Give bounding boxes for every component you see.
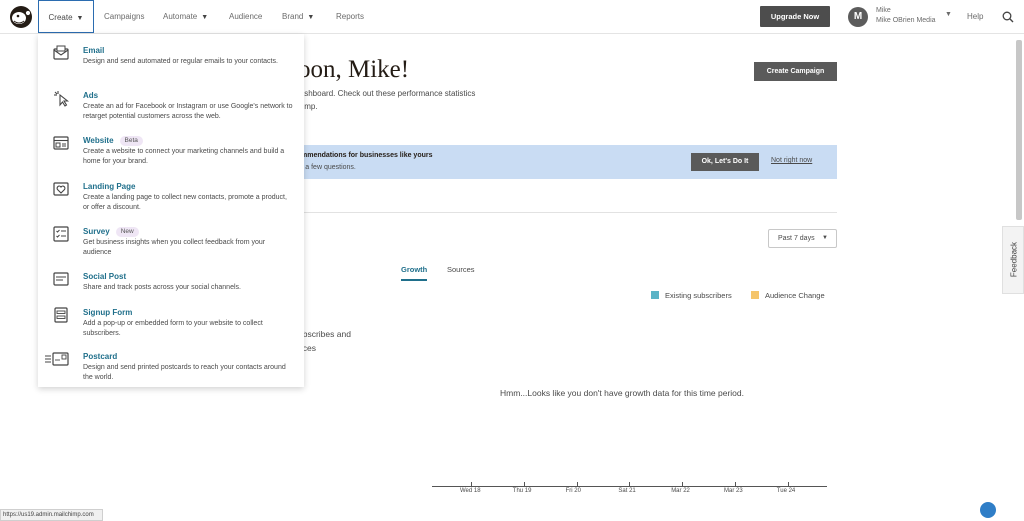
menu-item-title: Postcard — [83, 352, 118, 361]
nav-automate[interactable]: Automate ▼ — [163, 0, 208, 33]
menu-item-title: Social Post — [83, 272, 127, 281]
browser-window-icon — [53, 136, 69, 150]
banner-subtitle: r a few questions. — [301, 164, 356, 171]
axis-tick — [629, 482, 631, 487]
user-org[interactable]: Mike OBrien Media — [876, 17, 936, 24]
axis-tick-label: Sat 21 — [618, 488, 636, 494]
postcard-icon — [45, 352, 69, 366]
axis-tick-label: Fri 20 — [565, 488, 581, 494]
axis-tick-label: Thu 19 — [512, 488, 532, 494]
menu-item-description: Create an ad for Facebook or Instagram o… — [83, 103, 293, 120]
menu-item-description: Create a landing page to collect new con… — [83, 194, 287, 211]
menu-item-title: Signup Form — [83, 308, 133, 317]
menu-item-description: Design and send automated or regular ema… — [83, 58, 278, 65]
axis-tick — [682, 482, 684, 487]
period-select[interactable]: Past 7 days ▼ — [768, 229, 837, 248]
beta-badge: Beta — [119, 136, 143, 146]
menu-item-ads[interactable]: Ads Create an ad for Facebook or Instagr… — [38, 83, 304, 123]
nav-campaigns[interactable]: Campaigns — [104, 0, 144, 33]
empty-growth-message: Hmm...Looks like you don't have growth d… — [500, 388, 744, 398]
create-campaign-button[interactable]: Create Campaign — [754, 62, 837, 81]
menu-item-title-text: Website — [83, 136, 114, 145]
banner-ok-button[interactable]: Ok, Let's Do It — [691, 153, 759, 171]
period-select-value: Past 7 days — [778, 235, 815, 242]
feedback-tab[interactable]: Feedback — [1002, 226, 1024, 294]
menu-item-social-post[interactable]: Social Post Share and track posts across… — [38, 264, 304, 304]
menu-item-title-text: Survey — [83, 227, 110, 236]
nav-reports[interactable]: Reports — [336, 0, 364, 33]
menu-item-website[interactable]: Website Beta Create a website to connect … — [38, 128, 304, 168]
chevron-down-icon: ▼ — [201, 14, 209, 21]
email-icon — [53, 45, 69, 60]
divider — [297, 212, 837, 213]
create-dropdown-menu: Email Design and send automated or regul… — [38, 34, 304, 387]
axis-tick-label: Wed 18 — [460, 488, 481, 494]
menu-item-signup-form[interactable]: Signup Form Add a pop-up or embedded for… — [38, 300, 304, 340]
axis-tick — [787, 482, 789, 487]
recommendation-banner: mmendations for businesses like yours r … — [297, 145, 837, 179]
menu-item-title: Survey New — [83, 227, 139, 237]
intro-text-line-1: lashboard. Check out these performance s… — [298, 89, 476, 98]
form-icon — [54, 307, 68, 323]
scrollbar[interactable] — [1016, 40, 1022, 220]
menu-item-postcard[interactable]: Postcard Design and send printed postcar… — [38, 344, 304, 384]
page-title: oon, Mike! — [298, 56, 410, 83]
banner-title: mmendations for businesses like yours — [301, 152, 433, 159]
status-bar-url: https://us19.admin.mailchimp.com — [0, 509, 103, 521]
partial-text-line-1: ubscribes and — [298, 329, 351, 339]
nav-brand[interactable]: Brand ▼ — [282, 0, 314, 33]
top-nav: Create ▼ Campaigns Automate ▼ Audience Bra… — [0, 0, 1024, 34]
axis-tick-label: Mar 22 — [671, 488, 690, 494]
menu-item-email[interactable]: Email Design and send automated or regul… — [38, 38, 304, 78]
legend-audience-change: Audience Change — [751, 291, 825, 300]
mailchimp-logo-icon[interactable] — [8, 4, 34, 30]
menu-item-landing-page[interactable]: Landing Page Create a landing page to co… — [38, 174, 304, 214]
axis-tick — [576, 482, 578, 487]
axis-tick — [735, 482, 736, 487]
nav-audience[interactable]: Audience — [229, 0, 262, 33]
menu-item-description: Get business insights when you collect f… — [83, 239, 266, 256]
axis-tick — [471, 482, 472, 487]
checklist-icon — [53, 226, 69, 242]
menu-item-description: Add a pop-up or embedded form to your we… — [83, 320, 263, 337]
legend-label: Existing subscribers — [665, 291, 732, 300]
axis-tick-label: Tue 24 — [776, 488, 796, 494]
chevron-down-icon: ▼ — [822, 235, 828, 241]
menu-item-description: Create a website to connect your marketi… — [83, 148, 285, 165]
tab-growth[interactable]: Growth — [401, 265, 428, 281]
menu-item-title: Website Beta — [83, 136, 143, 146]
nav-automate-label: Automate — [163, 12, 198, 21]
chevron-down-icon: ▼ — [76, 15, 84, 22]
menu-item-title: Email — [83, 46, 105, 55]
help-link[interactable]: Help — [967, 0, 983, 33]
banner-not-now-link[interactable]: Not right now — [771, 157, 812, 164]
extension-icon[interactable] — [980, 502, 996, 518]
new-badge: New — [115, 227, 139, 237]
menu-item-title: Landing Page — [83, 182, 136, 191]
heart-page-icon — [53, 182, 69, 196]
social-post-icon — [53, 272, 69, 286]
nav-create-label: Create — [48, 13, 73, 22]
chevron-down-icon: ▼ — [307, 14, 315, 21]
chevron-down-icon[interactable]: ▼ — [945, 11, 952, 18]
feedback-label: Feedback — [1009, 241, 1019, 278]
menu-item-description: Design and send printed postcards to rea… — [83, 364, 286, 381]
legend-existing-subscribers: Existing subscribers — [651, 291, 732, 300]
cursor-click-icon — [54, 91, 70, 107]
legend-swatch — [751, 291, 759, 299]
tab-sources[interactable]: Sources — [447, 265, 475, 274]
legend-swatch — [651, 291, 659, 299]
user-name[interactable]: Mike — [876, 7, 891, 14]
axis-tick — [523, 482, 525, 487]
search-icon[interactable] — [1002, 11, 1014, 23]
menu-item-description: Share and track posts across your social… — [83, 284, 241, 291]
menu-item-title: Ads — [83, 91, 99, 100]
legend-label: Audience Change — [765, 291, 825, 300]
nav-create[interactable]: Create ▼ — [38, 0, 94, 33]
upgrade-now-button[interactable]: Upgrade Now — [760, 6, 830, 27]
axis-tick-label: Mar 23 — [724, 488, 743, 494]
nav-brand-label: Brand — [282, 12, 304, 21]
menu-item-survey[interactable]: Survey New Get business insights when you… — [38, 219, 304, 259]
avatar[interactable]: M — [848, 7, 868, 27]
